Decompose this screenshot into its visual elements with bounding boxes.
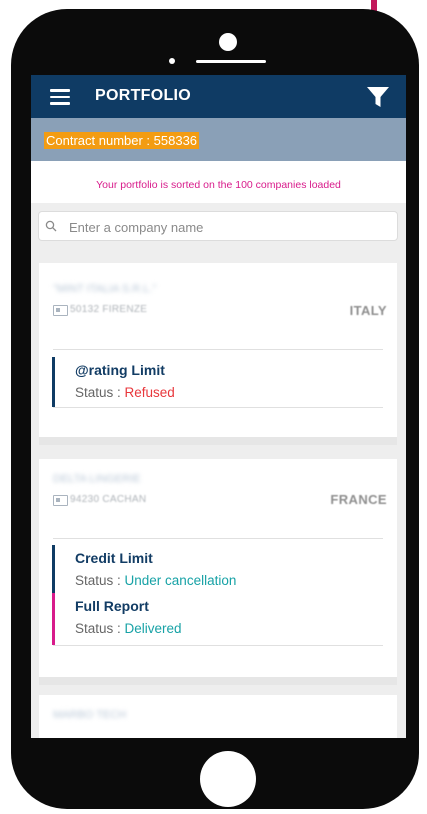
divider — [53, 645, 383, 646]
contract-number-badge: Contract number : 558336 — [44, 132, 200, 149]
product-name: @rating Limit — [75, 362, 165, 378]
company-card[interactable]: MARBO TECH — [39, 695, 397, 738]
company-name: DELTA LINGERIE — [53, 473, 141, 485]
product-name: Full Report — [75, 598, 149, 614]
product-item[interactable]: Credit Limit Status : Under cancellation — [52, 545, 382, 593]
product-status: Status : Refused — [75, 385, 175, 400]
id-card-icon — [53, 305, 68, 316]
product-name: Credit Limit — [75, 550, 153, 566]
product-item[interactable]: Full Report Status : Delivered — [52, 593, 382, 645]
hamburger-menu-icon[interactable] — [50, 89, 70, 105]
divider — [53, 349, 383, 350]
contract-bar: Contract number : 558336 — [31, 118, 406, 161]
card-bottom-strip — [39, 677, 397, 685]
home-button[interactable] — [200, 751, 256, 807]
divider — [53, 538, 383, 539]
company-country: FRANCE — [330, 492, 387, 507]
speaker-grille — [196, 60, 266, 63]
search-icon — [45, 220, 57, 232]
status-value: Delivered — [124, 621, 182, 636]
product-item[interactable]: @rating Limit Status : Refused — [52, 357, 382, 407]
company-country: ITALY — [349, 303, 387, 318]
status-value: Under cancellation — [124, 573, 237, 588]
sort-notice: Your portfolio is sorted on the 100 comp… — [96, 179, 341, 191]
status-label: Status : — [75, 621, 125, 636]
product-accent-bar — [52, 545, 55, 593]
page-title: PORTFOLIO — [95, 87, 192, 104]
app-screen: PORTFOLIO Contract number : 558336 Your … — [31, 75, 406, 738]
id-card-icon — [53, 495, 68, 506]
company-card[interactable]: "MINT ITALIA S.R.L." 50132 FIRENZE ITALY… — [39, 263, 397, 445]
company-search-input[interactable] — [67, 216, 391, 238]
company-name: "MINT ITALIA S.R.L." — [53, 283, 157, 295]
product-status: Status : Delivered — [75, 621, 182, 636]
status-label: Status : — [75, 385, 125, 400]
divider — [53, 407, 383, 408]
sensor-icon — [169, 58, 175, 64]
product-accent-bar — [52, 357, 55, 407]
company-postal-city: 94230 CACHAN — [70, 494, 147, 505]
card-bottom-strip — [39, 437, 397, 445]
company-name: MARBO TECH — [53, 709, 127, 721]
contract-number-label: Contract number : — [46, 133, 154, 148]
contract-number-value: 558336 — [153, 133, 198, 148]
status-value: Refused — [124, 385, 175, 400]
top-app-bar: PORTFOLIO — [31, 75, 406, 118]
company-card[interactable]: DELTA LINGERIE 94230 CACHAN FRANCE Credi… — [39, 459, 397, 685]
front-camera-icon — [219, 33, 237, 51]
product-accent-bar — [52, 593, 55, 645]
company-postal-city: 50132 FIRENZE — [70, 304, 148, 315]
filter-funnel-icon[interactable] — [366, 86, 390, 108]
search-bar — [39, 212, 397, 240]
product-status: Status : Under cancellation — [75, 573, 236, 588]
status-label: Status : — [75, 573, 125, 588]
